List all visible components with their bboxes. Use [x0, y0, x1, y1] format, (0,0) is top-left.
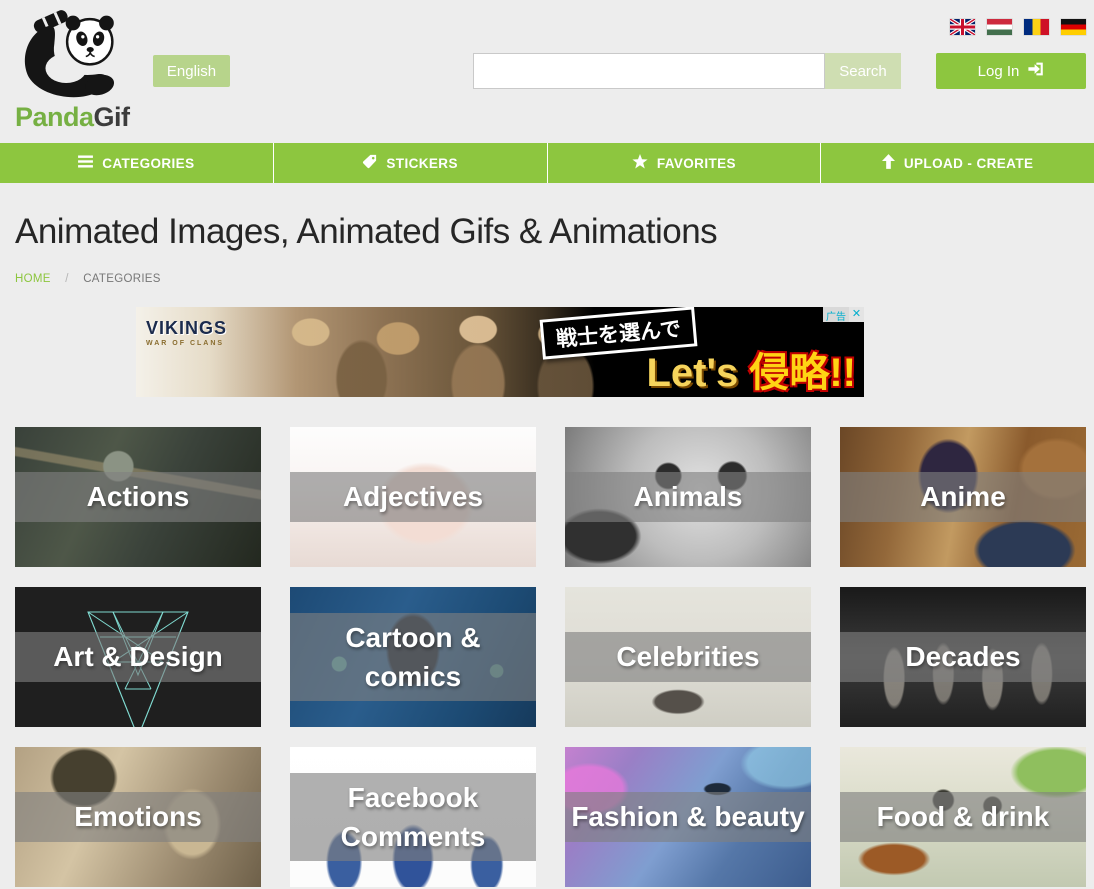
category-grid: Actions Adjectives Animals Anime Art & D… — [15, 427, 1086, 887]
nav-item-categories[interactable]: CATEGORIES — [0, 143, 274, 183]
ad-info-label[interactable]: 广告 — [823, 307, 849, 322]
category-card-emotions[interactable]: Emotions — [15, 747, 261, 887]
category-card-adjectives[interactable]: Adjectives — [290, 427, 536, 567]
star-icon — [632, 154, 648, 172]
category-card-anime[interactable]: Anime — [840, 427, 1086, 567]
upload-arrow-icon — [882, 154, 895, 172]
search-input[interactable] — [473, 53, 825, 89]
site-header: PandaGif English Search Log In — [0, 0, 1094, 143]
flag-united-kingdom-icon[interactable] — [950, 19, 975, 35]
logo-wordmark: PandaGif — [15, 102, 135, 133]
site-logo[interactable]: PandaGif — [15, 6, 135, 138]
search-button[interactable]: Search — [825, 53, 901, 89]
ad-banner[interactable]: VIKINGS WAR OF CLANS 戦士を選んで Let's 侵略!! 广… — [136, 307, 864, 397]
menu-icon — [78, 155, 93, 171]
category-card-animals[interactable]: Animals — [565, 427, 811, 567]
panda-logo-icon — [15, 6, 135, 104]
search-bar: Search — [473, 53, 901, 89]
tag-icon — [362, 154, 377, 172]
flag-germany-icon[interactable] — [1061, 19, 1086, 35]
breadcrumb: HOME / CATEGORIES — [15, 273, 161, 285]
category-card-celebrities[interactable]: Celebrities — [565, 587, 811, 727]
login-button[interactable]: Log In — [936, 53, 1086, 89]
category-card-food-drink[interactable]: Food & drink — [840, 747, 1086, 887]
language-flags — [950, 19, 1086, 35]
ad-game-logo: VIKINGS WAR OF CLANS — [146, 319, 227, 347]
breadcrumb-separator: / — [65, 273, 69, 285]
flag-romania-icon[interactable] — [1024, 19, 1049, 35]
page-title: Animated Images, Animated Gifs & Animati… — [15, 212, 717, 252]
category-card-actions[interactable]: Actions — [15, 427, 261, 567]
breadcrumb-home-link[interactable]: HOME — [15, 273, 51, 285]
breadcrumb-current: CATEGORIES — [83, 273, 161, 285]
category-card-decades[interactable]: Decades — [840, 587, 1086, 727]
flag-hungary-icon[interactable] — [987, 19, 1012, 35]
ad-badge: 广告 ✕ — [823, 307, 864, 322]
nav-item-stickers[interactable]: STICKERS — [274, 143, 548, 183]
language-button[interactable]: English — [153, 55, 230, 87]
ad-close-icon[interactable]: ✕ — [849, 307, 864, 322]
main-nav: CATEGORIES STICKERS FAVORITES UPLOAD - C… — [0, 143, 1094, 183]
nav-item-favorites[interactable]: FAVORITES — [548, 143, 822, 183]
ad-headline: Let's 侵略!! — [646, 353, 856, 393]
category-card-fashion-beauty[interactable]: Fashion & beauty — [565, 747, 811, 887]
category-card-cartoon-comics[interactable]: Cartoon & comics — [290, 587, 536, 727]
category-card-facebook-comments[interactable]: Facebook Comments — [290, 747, 536, 887]
category-card-art-design[interactable]: Art & Design — [15, 587, 261, 727]
sign-in-icon — [1027, 61, 1044, 81]
nav-item-upload-create[interactable]: UPLOAD - CREATE — [821, 143, 1094, 183]
